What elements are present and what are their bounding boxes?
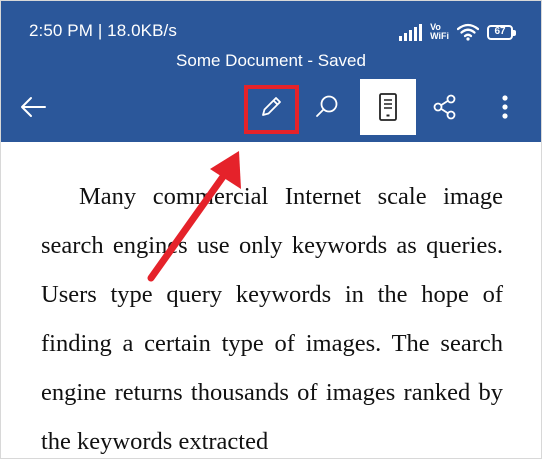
vowifi-indicator: Vo WiFi [430, 23, 449, 41]
mobile-view-button[interactable] [360, 79, 416, 135]
screenshot-frame: 2:50 PM | 18.0KB/s Vo WiFi 67 Some Docum… [0, 0, 542, 459]
document-title: Some Document - Saved [176, 51, 366, 70]
status-icons: Vo WiFi 67 [399, 19, 516, 45]
signal-strength-icon [399, 23, 423, 41]
status-time: 2:50 PM | 18.0KB/s [29, 21, 177, 40]
battery-level: 67 [494, 26, 506, 37]
more-vertical-icon [502, 95, 508, 119]
search-button[interactable] [301, 79, 353, 135]
app-bar: 2:50 PM | 18.0KB/s Vo WiFi 67 Some Docum… [1, 1, 541, 142]
pencil-icon [262, 97, 281, 116]
wifi-icon [457, 23, 479, 41]
more-options-button[interactable] [481, 79, 529, 135]
share-button[interactable] [419, 79, 471, 135]
back-button[interactable] [9, 79, 57, 135]
share-icon [433, 94, 456, 120]
document-paragraph: Many commercial Internet scale image sea… [41, 183, 503, 455]
search-icon [316, 95, 338, 117]
mobile-view-icon [379, 93, 397, 121]
edit-button[interactable] [242, 79, 300, 135]
document-body: Many commercial Internet scale image sea… [1, 142, 541, 458]
back-arrow-icon [21, 97, 46, 117]
vowifi-bottom-label: WiFi [430, 31, 449, 41]
battery-icon: 67 [487, 24, 516, 40]
